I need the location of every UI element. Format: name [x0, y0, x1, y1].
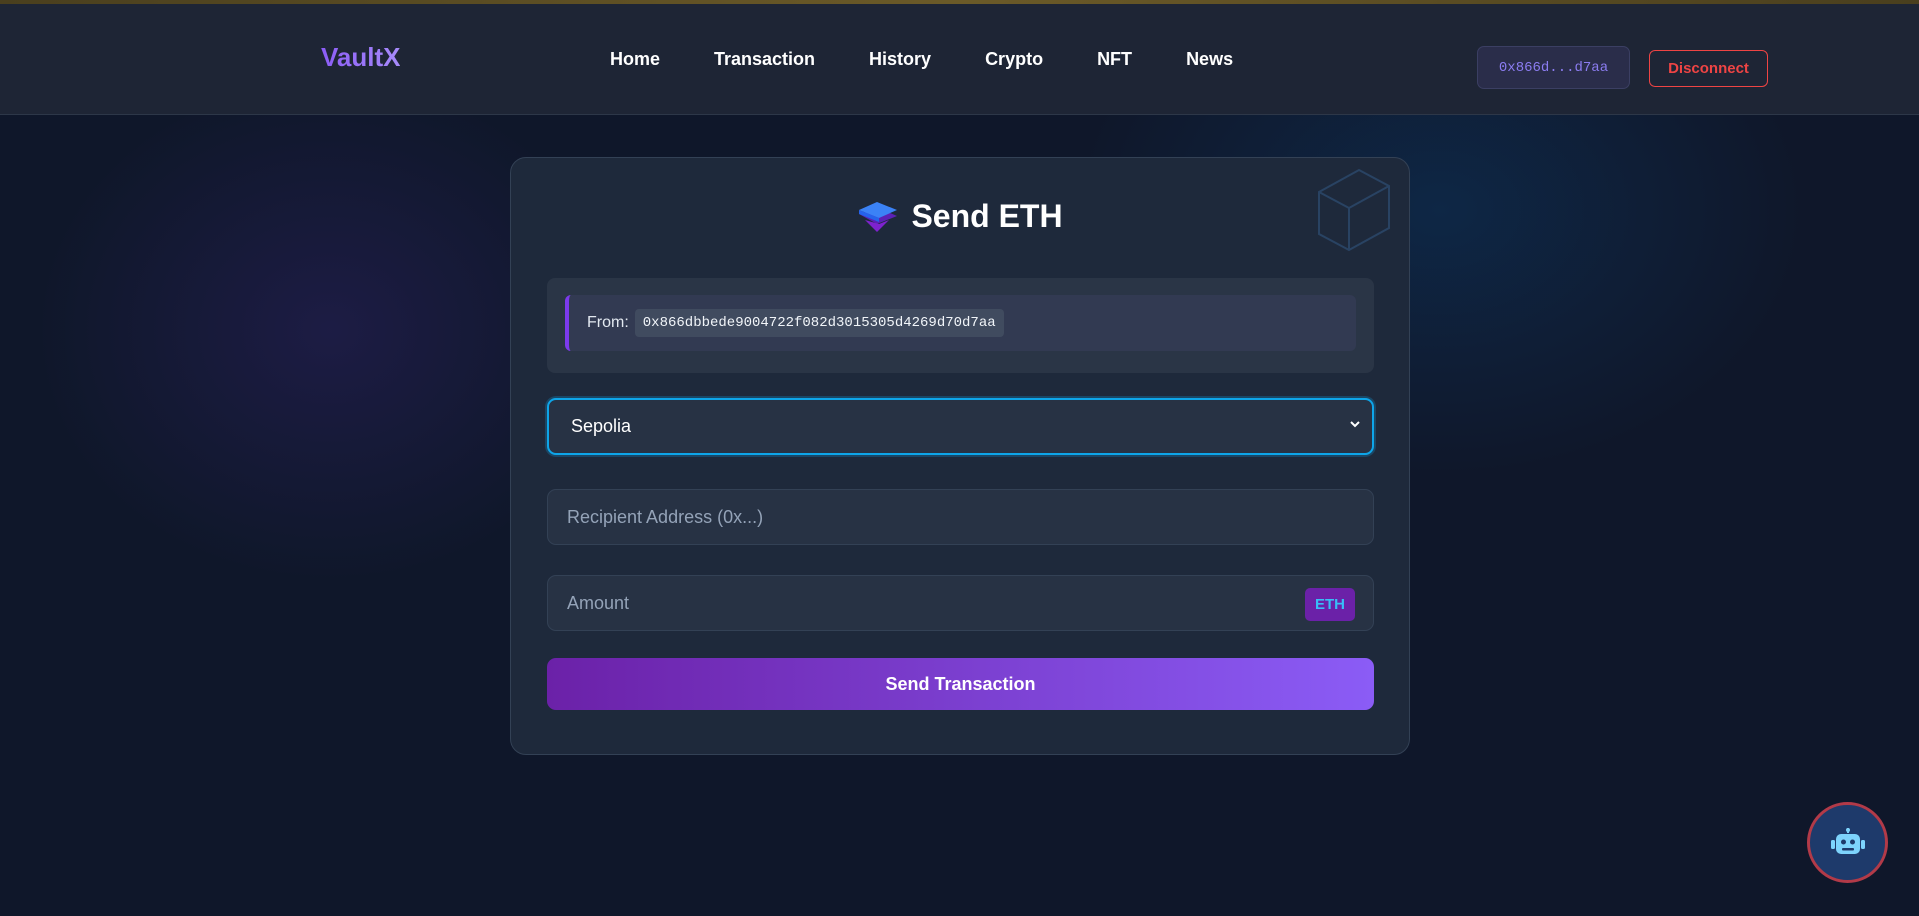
- assistant-chat-button[interactable]: [1807, 802, 1888, 883]
- nav-home[interactable]: Home: [610, 49, 660, 70]
- card-title: Send ETH: [511, 198, 1409, 235]
- amount-unit-badge: ETH: [1305, 588, 1355, 621]
- nav-nft[interactable]: NFT: [1097, 49, 1132, 70]
- wallet-address-badge[interactable]: 0x866d...d7aa: [1477, 46, 1630, 89]
- from-label: From:: [587, 314, 629, 331]
- network-selected-value: Sepolia: [571, 416, 632, 436]
- send-eth-card: Send ETH From: 0x866dbbede9004722f082d30…: [510, 157, 1410, 755]
- navbar: VaultX Home Transaction History Crypto N…: [0, 4, 1919, 115]
- from-address-panel: From: 0x866dbbede9004722f082d3015305d426…: [547, 278, 1374, 373]
- brand-logo[interactable]: VaultX: [321, 42, 400, 73]
- main-nav: Home Transaction History Crypto NFT News: [610, 49, 1287, 70]
- recipient-address-input[interactable]: [547, 489, 1374, 545]
- stacked-layers-icon: [859, 201, 898, 232]
- disconnect-button[interactable]: Disconnect: [1649, 50, 1768, 87]
- send-transaction-button[interactable]: Send Transaction: [547, 658, 1374, 710]
- nav-history[interactable]: History: [869, 49, 931, 70]
- from-address-value: 0x866dbbede9004722f082d3015305d4269d70d7…: [634, 309, 1004, 337]
- page-title: Send ETH: [911, 198, 1063, 234]
- amount-input[interactable]: [547, 575, 1374, 631]
- robot-icon: [1830, 827, 1865, 854]
- chevron-down-icon: [1350, 421, 1360, 428]
- nav-news[interactable]: News: [1186, 49, 1233, 70]
- nav-transaction[interactable]: Transaction: [714, 49, 815, 70]
- nav-crypto[interactable]: Crypto: [985, 49, 1043, 70]
- network-select[interactable]: Sepolia: [547, 398, 1374, 455]
- from-address-row: From: 0x866dbbede9004722f082d3015305d426…: [565, 295, 1356, 351]
